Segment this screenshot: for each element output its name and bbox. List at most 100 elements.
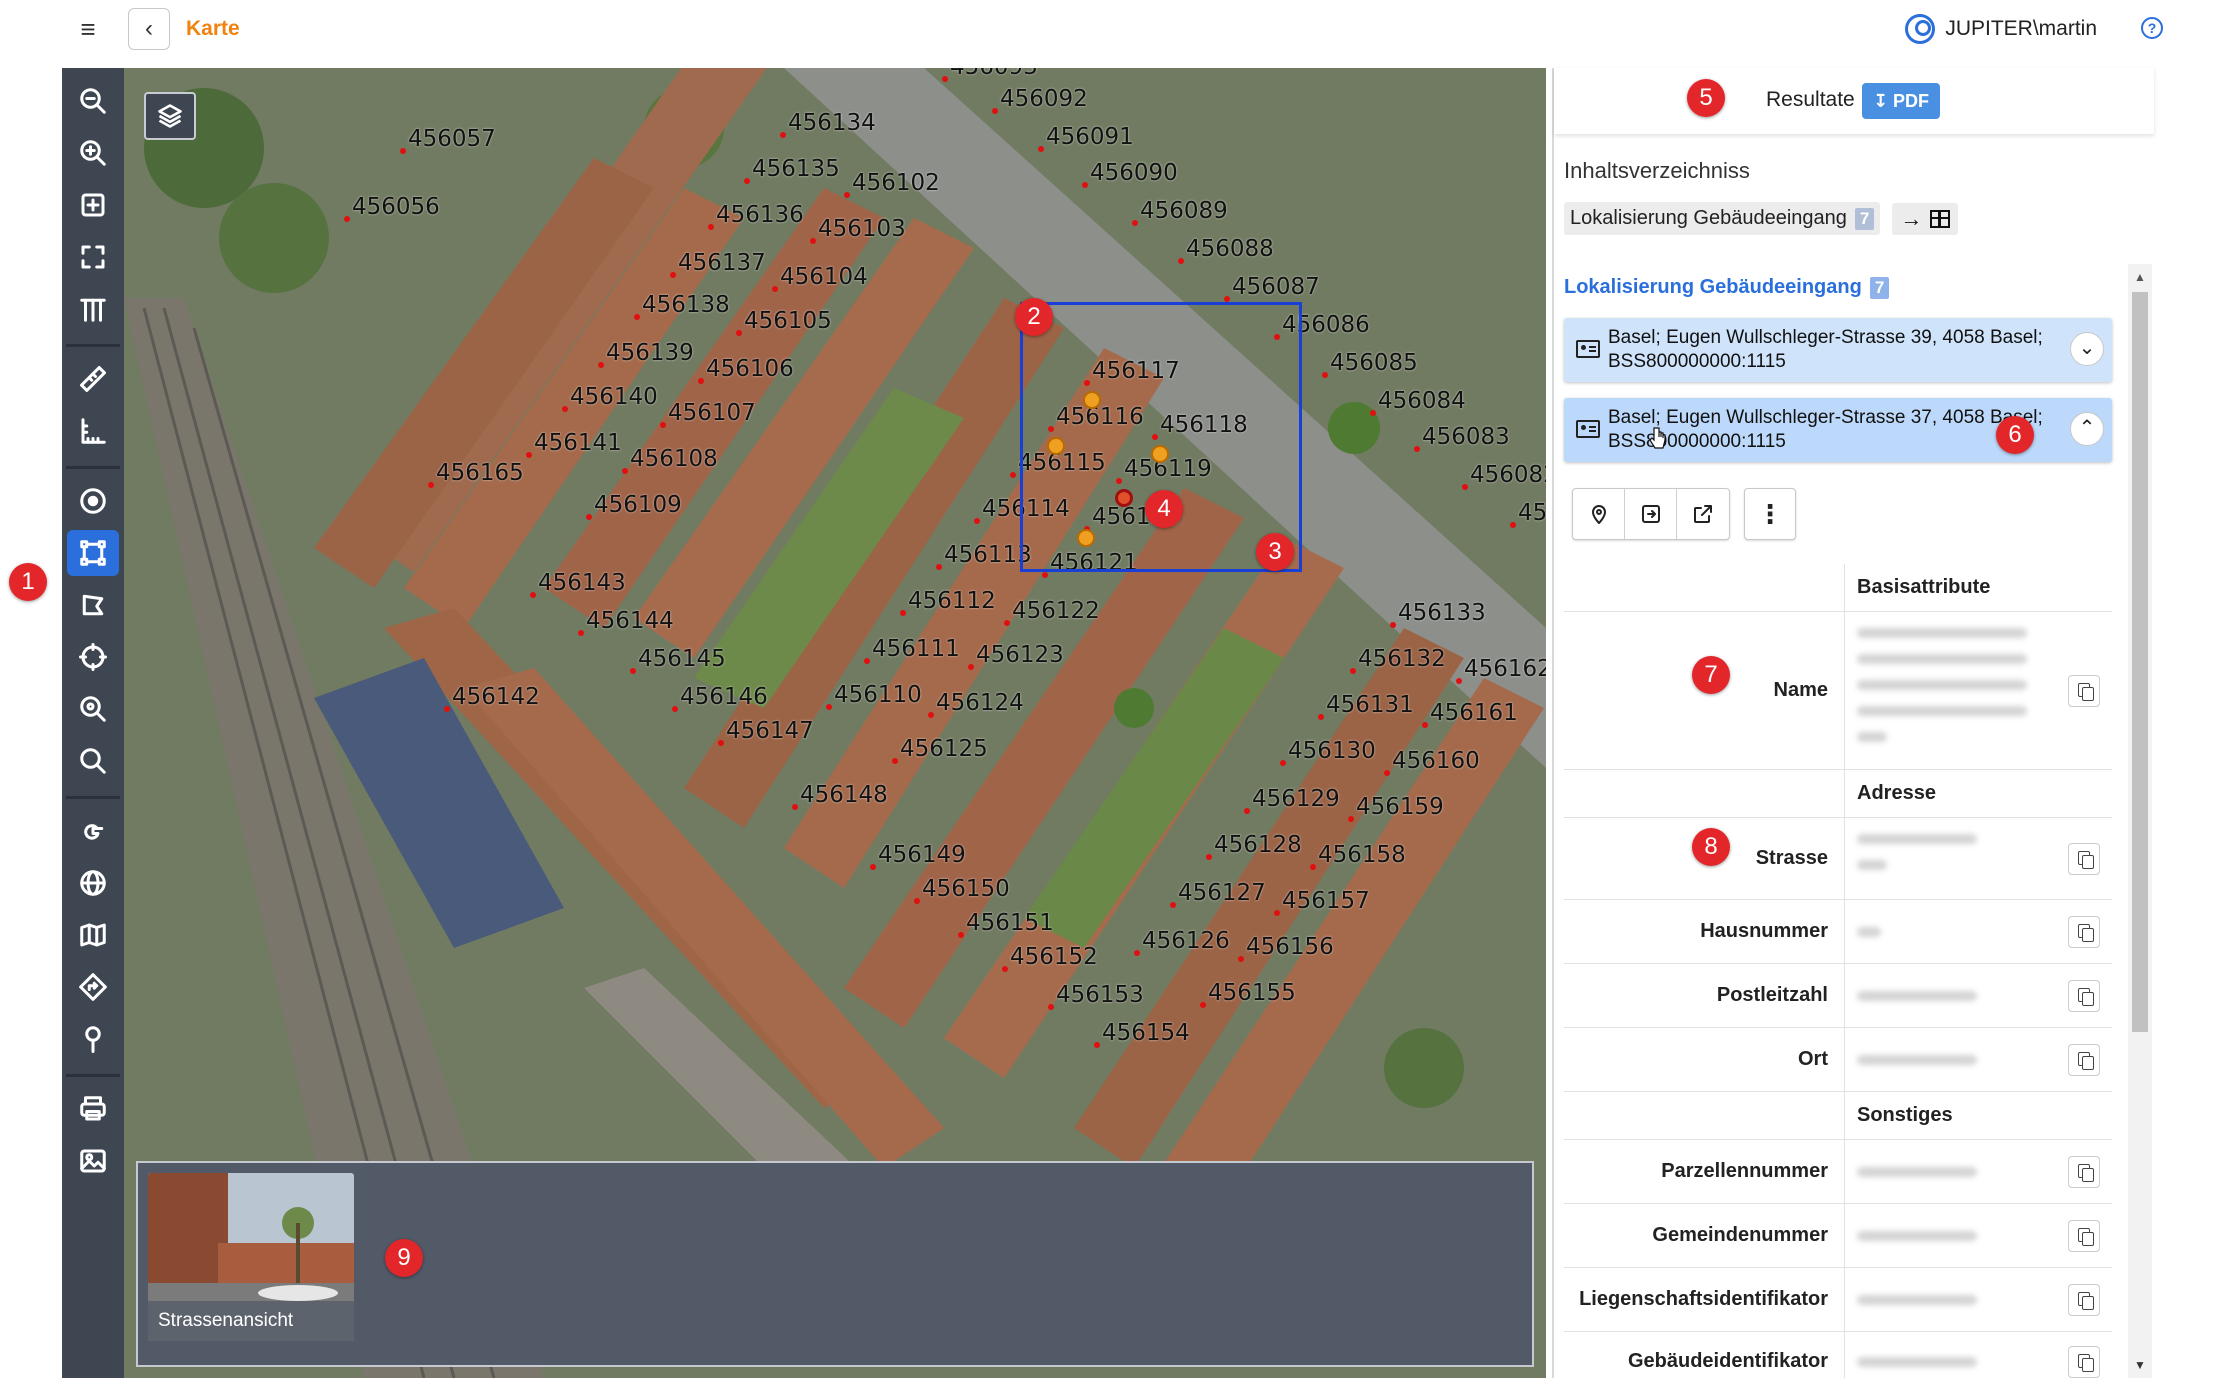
feature-point[interactable] (598, 362, 604, 368)
feature-point[interactable] (1010, 472, 1016, 478)
toc-chip[interactable]: Lokalisierung Gebäudeeingang 7 (1564, 202, 1881, 235)
feature-point[interactable] (1414, 446, 1420, 452)
feature-point[interactable] (968, 664, 974, 670)
print-button[interactable] (67, 1086, 119, 1132)
feature-point[interactable] (892, 758, 898, 764)
feature-point[interactable] (1390, 622, 1396, 628)
feature-point[interactable] (942, 76, 948, 82)
feature-point[interactable] (1206, 854, 1212, 860)
feature-point[interactable] (660, 422, 666, 428)
feature-point[interactable] (400, 148, 406, 154)
layer-switcher-button[interactable] (144, 92, 196, 140)
feature-point[interactable] (1132, 220, 1138, 226)
feature-point[interactable] (1200, 1002, 1206, 1008)
open-external-button[interactable] (1677, 489, 1729, 539)
feature-point[interactable] (718, 740, 724, 746)
help-icon[interactable]: ? (2141, 17, 2163, 39)
feature-point[interactable] (586, 514, 592, 520)
select-point-button[interactable] (67, 478, 119, 524)
feature-point[interactable] (708, 224, 714, 230)
measure-profile-button[interactable] (67, 286, 119, 332)
feature-point[interactable] (864, 658, 870, 664)
scroll-up-icon[interactable]: ▲ (2134, 270, 2146, 284)
zoom-out-button[interactable] (67, 78, 119, 124)
copy-icon[interactable] (2068, 1044, 2100, 1076)
feature-point[interactable] (1322, 372, 1328, 378)
directions-button[interactable] (67, 964, 119, 1010)
pdf-export-button[interactable]: ↧ PDF (1862, 83, 1940, 119)
search-object-button[interactable] (67, 686, 119, 732)
street-view-thumbnail[interactable]: Strassenansicht (148, 1173, 354, 1341)
search-button[interactable] (67, 738, 119, 784)
feature-point[interactable] (772, 286, 778, 292)
feature-point[interactable] (1348, 816, 1354, 822)
feature-point[interactable] (530, 592, 536, 598)
select-circle-button[interactable] (67, 634, 119, 680)
feature-point[interactable] (870, 864, 876, 870)
feature-point[interactable] (1082, 182, 1088, 188)
feature-point[interactable] (1178, 258, 1184, 264)
locate-button[interactable] (1573, 489, 1625, 539)
marker-button[interactable] (67, 1016, 119, 1062)
feature-point[interactable] (670, 272, 676, 278)
measure-area-button[interactable] (67, 408, 119, 454)
feature-point[interactable] (1048, 1004, 1054, 1010)
copy-icon[interactable] (2068, 1284, 2100, 1316)
feature-point[interactable] (1310, 864, 1316, 870)
expand-button[interactable]: ⌄ (2070, 332, 2104, 366)
feature-point[interactable] (936, 564, 942, 570)
feature-point[interactable] (1510, 522, 1516, 528)
google-button[interactable] (67, 808, 119, 854)
feature-point[interactable] (1422, 722, 1428, 728)
globe-button[interactable] (67, 860, 119, 906)
feature-point[interactable] (928, 712, 934, 718)
feature-point[interactable] (698, 378, 704, 384)
back-button[interactable]: ‹ (128, 8, 170, 50)
select-polygon-button[interactable] (67, 582, 119, 628)
zoom-box-button[interactable] (67, 182, 119, 228)
feature-point[interactable] (444, 706, 450, 712)
feature-point[interactable] (1170, 902, 1176, 908)
feature-point[interactable] (428, 482, 434, 488)
feature-point[interactable] (736, 330, 742, 336)
open-table-button[interactable]: → (1892, 202, 1959, 235)
zoom-in-button[interactable] (67, 130, 119, 176)
feature-point[interactable] (672, 706, 678, 712)
feature-point[interactable] (1318, 714, 1324, 720)
feature-point[interactable] (1384, 770, 1390, 776)
copy-icon[interactable] (2068, 980, 2100, 1012)
feature-point[interactable] (792, 804, 798, 810)
scrollbar-thumb[interactable] (2132, 292, 2148, 1032)
collapse-button[interactable]: ⌃ (2070, 412, 2104, 446)
copy-icon[interactable] (2068, 843, 2100, 875)
feature-point[interactable] (744, 178, 750, 184)
select-rectangle-button[interactable] (67, 530, 119, 576)
map-button[interactable] (67, 912, 119, 958)
feature-point[interactable] (622, 468, 628, 474)
feature-point[interactable] (344, 216, 350, 222)
feature-point[interactable] (1238, 956, 1244, 962)
feature-point[interactable] (1042, 572, 1048, 578)
feature-point[interactable] (578, 630, 584, 636)
feature-point[interactable] (900, 610, 906, 616)
copy-icon[interactable] (2068, 1156, 2100, 1188)
feature-point[interactable] (1094, 1042, 1100, 1048)
feature-point[interactable] (1002, 966, 1008, 972)
feature-point[interactable] (1134, 950, 1140, 956)
feature-point[interactable] (844, 192, 850, 198)
feature-point[interactable] (810, 238, 816, 244)
map-view[interactable]: 456093 456092 456091 456090 456089 456088 4560… (124, 68, 1546, 1378)
more-options-icon[interactable]: ⋮ (1745, 489, 1795, 539)
feature-point[interactable] (1350, 668, 1356, 674)
results-scroll-area[interactable]: Lokalisierung Gebäudeeingang 7 Basel; Eu… (1554, 264, 2154, 1378)
feature-point[interactable] (826, 704, 832, 710)
section-title[interactable]: Lokalisierung Gebäudeeingang 7 (1564, 276, 1890, 299)
feature-point[interactable] (958, 932, 964, 938)
feature-point[interactable] (1244, 808, 1250, 814)
measure-distance-button[interactable] (67, 356, 119, 402)
feature-point[interactable] (1370, 410, 1376, 416)
feature-point[interactable] (634, 314, 640, 320)
copy-icon[interactable] (2068, 1220, 2100, 1252)
feature-point[interactable] (992, 108, 998, 114)
goto-button[interactable] (1625, 489, 1677, 539)
